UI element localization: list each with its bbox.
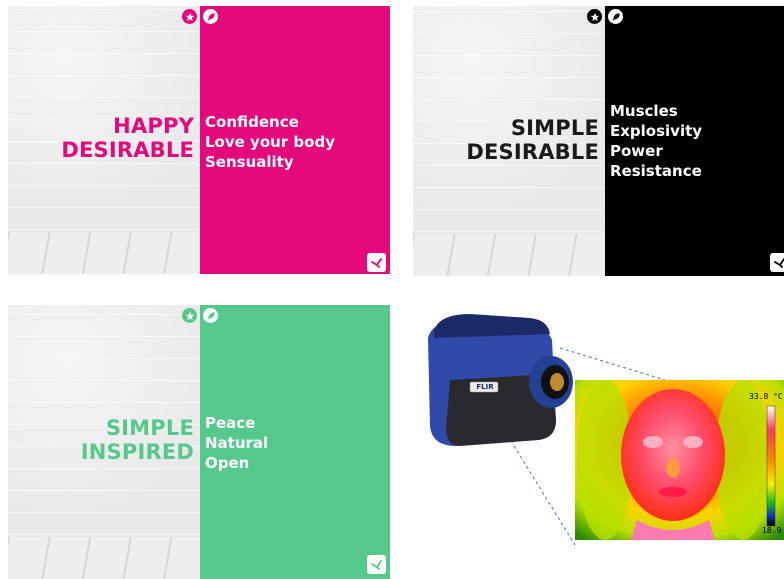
bird-logo-icon — [770, 253, 784, 272]
right-words: Confidence Love your body Sensuality — [205, 112, 335, 172]
thermal-eye-left — [643, 436, 663, 448]
left-words: HAPPY DESIRABLE — [8, 114, 200, 162]
thermal-nose — [666, 458, 680, 478]
word-line: INSPIRED — [80, 440, 194, 464]
thermal-face — [621, 389, 725, 521]
thermal-camera-panel: FLIR 33.8 °C 18.9 — [410, 300, 784, 579]
thermal-scale-min: 18.9 — [762, 526, 782, 535]
word-line: SIMPLE — [105, 416, 194, 440]
thermal-scale-bar — [766, 405, 776, 527]
word-line: Natural — [205, 434, 269, 452]
star-icon[interactable] — [587, 9, 602, 24]
feather-icon[interactable] — [203, 9, 218, 24]
mood-panel-simple-green: SIMPLE INSPIRED Peace Natural Open — [8, 305, 390, 579]
right-words: Peace Natural Open — [205, 413, 268, 473]
left-words: SIMPLE INSPIRED — [8, 416, 200, 464]
camera-top — [434, 314, 550, 338]
word-line: HAPPY — [113, 114, 194, 138]
word-line: Explosivity — [610, 122, 703, 140]
word-line: Sensuality — [205, 153, 294, 171]
wooden-floor — [413, 234, 605, 276]
wooden-floor — [8, 232, 200, 274]
thermal-mouth — [659, 487, 687, 497]
word-line: Peace — [205, 414, 256, 432]
thermal-face-graphic — [575, 380, 784, 540]
thermal-scale-max: 33.8 °C — [749, 392, 783, 401]
wooden-floor — [8, 537, 200, 579]
lens-glass — [550, 373, 564, 391]
camera-brand-label: FLIR — [476, 383, 494, 391]
thermal-eye-right — [683, 436, 703, 448]
star-icon[interactable] — [182, 9, 197, 24]
feather-icon[interactable] — [608, 9, 623, 24]
right-words: Muscles Explosivity Power Resistance — [610, 101, 702, 181]
bird-logo-icon — [367, 253, 386, 272]
word-line: SIMPLE — [510, 116, 599, 140]
mood-panel-simple-black: SIMPLE DESIRABLE Muscles Explosivity Pow… — [413, 6, 784, 276]
thermal-image: 33.8 °C 18.9 — [575, 380, 784, 540]
feather-icon[interactable] — [203, 308, 218, 323]
star-icon[interactable] — [182, 308, 197, 323]
mood-panel-happy: HAPPY DESIRABLE Confidence Love your bod… — [8, 6, 390, 274]
word-line: Love your body — [205, 133, 335, 151]
bird-logo-icon — [367, 555, 386, 574]
word-line: DESIRABLE — [61, 138, 194, 162]
left-words: SIMPLE DESIRABLE — [413, 116, 605, 164]
word-line: Resistance — [610, 162, 702, 180]
word-line: Power — [610, 142, 663, 160]
word-line: Muscles — [610, 102, 678, 120]
word-line: DESIRABLE — [466, 140, 599, 164]
word-line: Confidence — [205, 113, 299, 131]
word-line: Open — [205, 454, 250, 472]
projection-line-top — [559, 347, 666, 381]
